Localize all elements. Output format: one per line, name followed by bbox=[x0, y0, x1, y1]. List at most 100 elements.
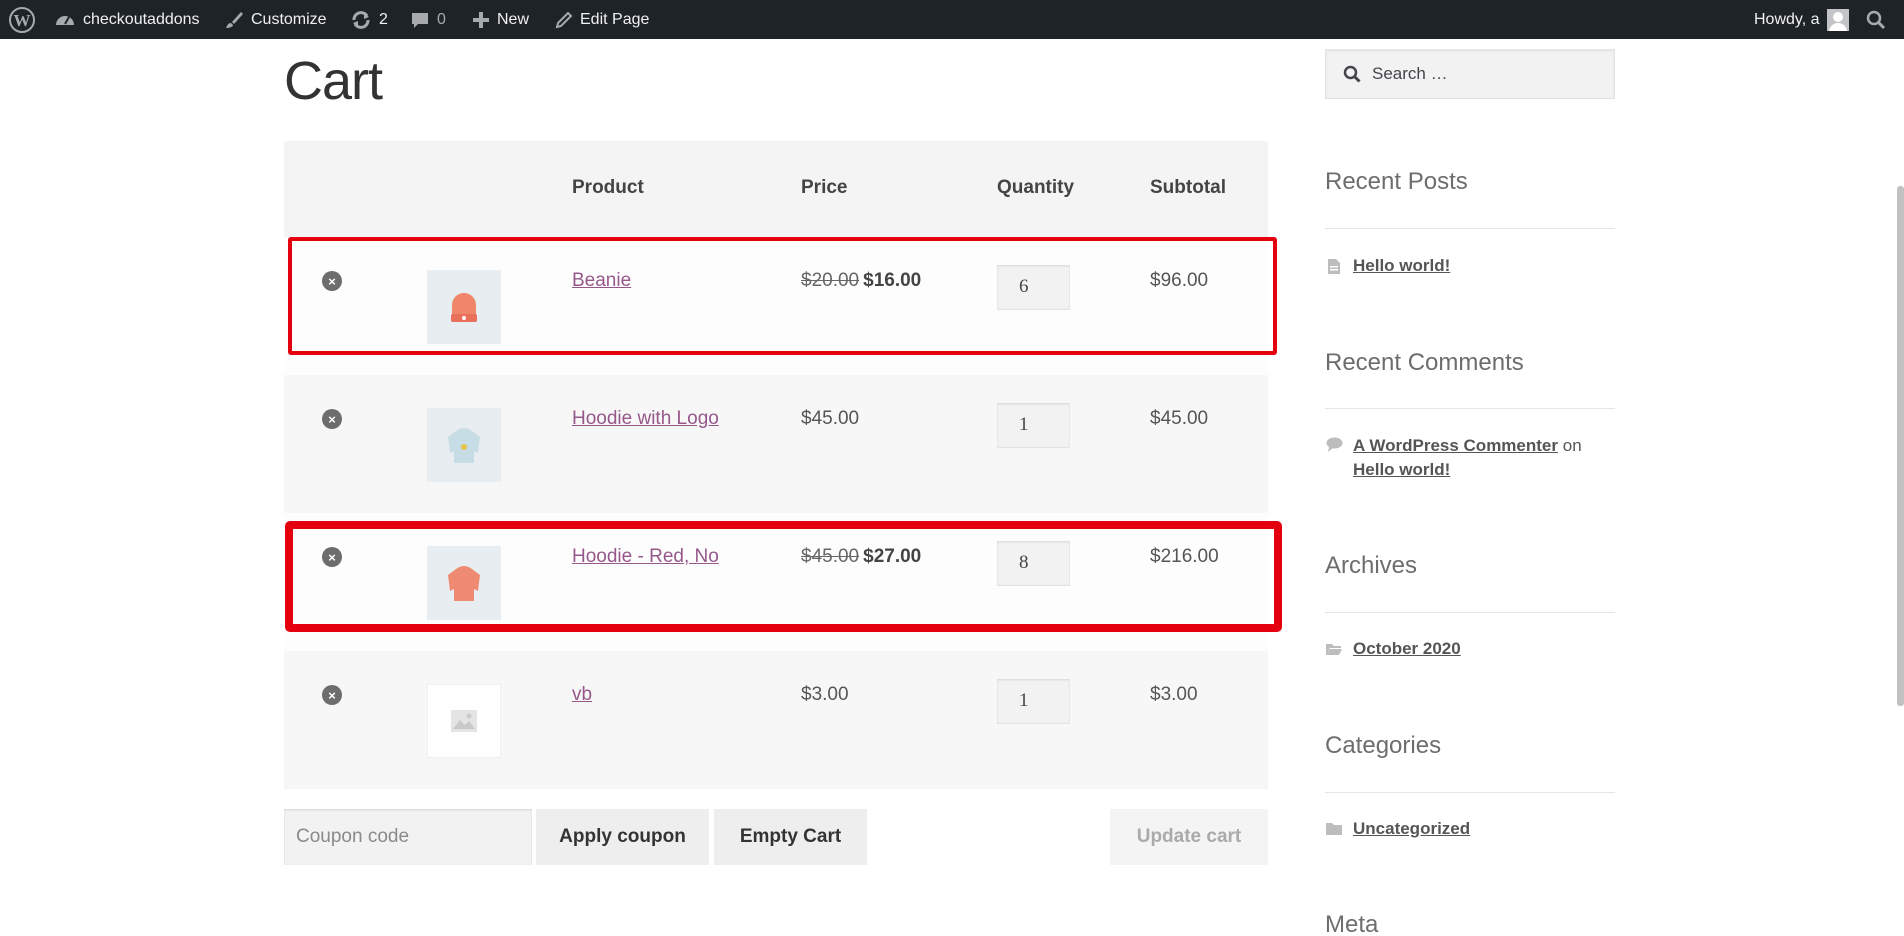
product-thumbnail-placeholder[interactable] bbox=[427, 684, 501, 758]
product-price: $20.00 $16.00 bbox=[801, 270, 921, 292]
brush-icon bbox=[224, 10, 244, 30]
search-icon bbox=[1342, 64, 1362, 84]
recent-comments-title: Recent Comments bbox=[1325, 349, 1524, 376]
adminbar-search-button[interactable] bbox=[1866, 0, 1886, 39]
updates-link[interactable]: 2 bbox=[350, 0, 388, 39]
image-placeholder-icon bbox=[451, 710, 477, 732]
comment-bubble-icon bbox=[410, 10, 430, 30]
header-quantity: Quantity bbox=[997, 177, 1075, 198]
meta-title: Meta bbox=[1325, 911, 1379, 936]
cart-table: Product Price Quantity Subtotal × Beanie… bbox=[284, 141, 1268, 789]
archive-item: October 2020 bbox=[1325, 639, 1461, 659]
sale-price: $27.00 bbox=[863, 546, 922, 567]
recent-posts-title: Recent Posts bbox=[1325, 168, 1468, 195]
divider bbox=[1325, 228, 1615, 229]
line-subtotal: $96.00 bbox=[1150, 270, 1209, 291]
recent-post-link[interactable]: Hello world! bbox=[1353, 256, 1450, 276]
apply-coupon-button[interactable]: Apply coupon bbox=[536, 809, 709, 865]
recent-comment-text: A WordPress Commenter on Hello world! bbox=[1353, 434, 1618, 482]
beanie-image bbox=[451, 293, 477, 322]
line-subtotal: $45.00 bbox=[1150, 408, 1209, 429]
edit-page-link[interactable]: Edit Page bbox=[555, 0, 649, 39]
document-icon bbox=[1325, 257, 1343, 275]
search-input[interactable] bbox=[1372, 64, 1602, 84]
avatar bbox=[1826, 8, 1849, 31]
comment-post-link[interactable]: Hello world! bbox=[1353, 460, 1450, 479]
remove-item-button[interactable]: × bbox=[322, 547, 342, 567]
header-product: Product bbox=[572, 177, 644, 198]
wordpress-icon: W bbox=[9, 6, 35, 33]
remove-item-button[interactable]: × bbox=[322, 271, 342, 291]
updates-icon bbox=[350, 10, 372, 30]
divider bbox=[1325, 408, 1615, 409]
cart-item-row: × Hoodie with Logo $45.00 $45.00 bbox=[284, 375, 1268, 513]
archives-title: Archives bbox=[1325, 552, 1418, 579]
folder-open-icon bbox=[1325, 640, 1343, 658]
comment-icon bbox=[1325, 435, 1343, 453]
product-price: $3.00 bbox=[801, 684, 849, 705]
wordpress-logo-button[interactable]: W bbox=[9, 0, 35, 39]
category-item: Uncategorized bbox=[1325, 819, 1470, 839]
product-name-link[interactable]: Beanie bbox=[572, 270, 631, 292]
recent-post-item: Hello world! bbox=[1325, 256, 1450, 276]
pencil-icon bbox=[555, 11, 573, 29]
cart-item-row: × Hoodie - Red, No $45.00$27.00 $216.00 bbox=[284, 513, 1268, 651]
product-price: $45.00 bbox=[801, 408, 860, 429]
svg-text:W: W bbox=[14, 11, 31, 30]
new-content-link[interactable]: New bbox=[472, 0, 529, 39]
cart-table-header: Product Price Quantity Subtotal bbox=[284, 141, 1268, 237]
quantity-input[interactable] bbox=[997, 679, 1070, 724]
comment-on-label: on bbox=[1562, 436, 1582, 455]
archive-link[interactable]: October 2020 bbox=[1353, 639, 1461, 659]
comments-link[interactable]: 0 bbox=[410, 0, 446, 39]
admin-bar: W checkoutaddons Customize 2 0 New Edit … bbox=[0, 0, 1904, 39]
regular-price: $45.00 bbox=[801, 546, 860, 567]
remove-item-button[interactable]: × bbox=[322, 409, 342, 429]
recent-comment-item: A WordPress Commenter on Hello world! bbox=[1325, 434, 1618, 482]
quantity-input[interactable] bbox=[997, 403, 1070, 448]
dashboard-icon bbox=[54, 10, 76, 30]
product-name-link[interactable]: vb bbox=[572, 684, 592, 706]
customize-label: Customize bbox=[251, 10, 327, 28]
quantity-input[interactable] bbox=[997, 541, 1070, 586]
header-subtotal: Subtotal bbox=[1150, 177, 1226, 198]
empty-cart-button[interactable]: Empty Cart bbox=[714, 809, 867, 865]
update-cart-button[interactable]: Update cart bbox=[1110, 809, 1268, 865]
sale-price: $16.00 bbox=[863, 270, 922, 291]
category-link[interactable]: Uncategorized bbox=[1353, 819, 1470, 839]
comment-author-link[interactable]: A WordPress Commenter bbox=[1353, 436, 1558, 455]
product-thumbnail-hoodie-with-logo[interactable] bbox=[427, 408, 501, 482]
header-price: Price bbox=[801, 177, 848, 198]
product-name-link[interactable]: Hoodie with Logo bbox=[572, 408, 719, 430]
site-name-label: checkoutaddons bbox=[83, 10, 200, 28]
site-name-link[interactable]: checkoutaddons bbox=[54, 0, 200, 39]
categories-title: Categories bbox=[1325, 732, 1442, 759]
product-name-link[interactable]: Hoodie - Red, No bbox=[572, 546, 719, 568]
page-scrollbar[interactable] bbox=[1897, 186, 1904, 706]
edit-page-label: Edit Page bbox=[580, 10, 650, 28]
line-subtotal: $216.00 bbox=[1150, 546, 1219, 567]
howdy-label: Howdy, a bbox=[1754, 10, 1820, 28]
new-label: New bbox=[497, 10, 530, 28]
my-account-menu[interactable]: Howdy, a bbox=[1754, 0, 1849, 39]
page-title: Cart bbox=[284, 51, 383, 111]
customize-link[interactable]: Customize bbox=[224, 0, 327, 39]
regular-price: $20.00 bbox=[801, 270, 860, 291]
remove-item-button[interactable]: × bbox=[322, 685, 342, 705]
product-thumbnail-beanie[interactable] bbox=[427, 270, 501, 344]
comments-count: 0 bbox=[437, 10, 446, 28]
product-price: $45.00 $27.00 bbox=[801, 546, 921, 568]
updates-count: 2 bbox=[379, 10, 388, 28]
sidebar-search-form bbox=[1325, 49, 1615, 99]
product-thumbnail-hoodie-red[interactable] bbox=[427, 546, 501, 620]
cart-item-row: × vb $3.00 $3.00 bbox=[284, 651, 1268, 789]
coupon-code-input[interactable] bbox=[284, 809, 532, 865]
plus-icon bbox=[472, 11, 490, 29]
line-subtotal: $3.00 bbox=[1150, 684, 1198, 705]
hoodie-red-image bbox=[448, 566, 480, 601]
divider bbox=[1325, 792, 1615, 793]
hoodie-logo-image bbox=[448, 428, 480, 463]
folder-icon bbox=[1325, 820, 1343, 838]
quantity-input[interactable] bbox=[997, 265, 1070, 310]
search-icon bbox=[1866, 10, 1886, 30]
